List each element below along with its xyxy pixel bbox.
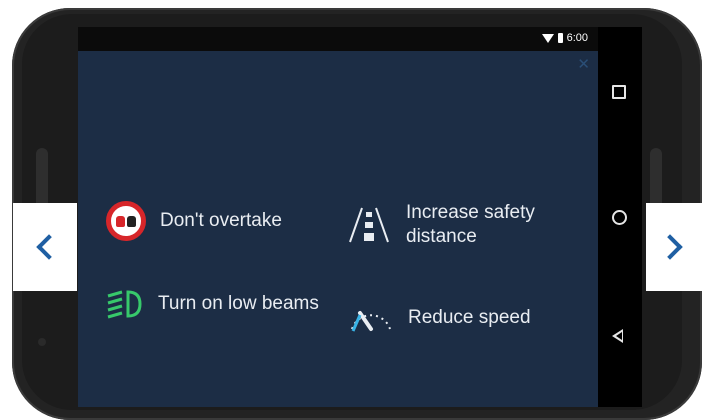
no-overtaking-icon: [106, 201, 146, 241]
recents-square-icon[interactable]: [612, 85, 626, 99]
back-triangle-icon[interactable]: [612, 329, 623, 343]
tip-low-beams: Turn on low beams: [104, 286, 319, 322]
driving-tips-screen: ✕ Don't overtake Increase safety distanc…: [78, 51, 598, 407]
chevron-left-icon: [36, 234, 62, 260]
battery-icon: [557, 33, 563, 43]
tip-dont-overtake: Don't overtake: [106, 201, 282, 241]
chevron-right-icon: [657, 234, 683, 260]
status-bar: 6:00: [78, 27, 598, 51]
status-icons: 6:00: [541, 32, 588, 44]
reduce-speed-icon: [351, 311, 391, 332]
home-circle-icon[interactable]: [612, 210, 627, 225]
tip-reduce-speed: Reduce speed: [348, 299, 531, 337]
android-nav-bar: [598, 27, 642, 407]
tip-label: Don't overtake: [160, 210, 282, 231]
close-icon[interactable]: ✕: [577, 55, 590, 73]
phone-sensor: [38, 338, 46, 346]
tip-label: Increase safety distance: [406, 202, 535, 247]
carousel-prev-button[interactable]: [13, 203, 77, 291]
tip-increase-distance: Increase safety distance: [346, 201, 535, 249]
phone-screen: 6:00 ✕ Don't overtake Increase safety di…: [78, 27, 612, 407]
carousel-next-button[interactable]: [646, 203, 702, 291]
safety-distance-icon: [349, 207, 389, 243]
tip-label: Turn on low beams: [158, 293, 319, 314]
low-beam-icon: [107, 290, 142, 319]
status-time: 6:00: [566, 32, 588, 44]
wifi-icon: [541, 33, 554, 43]
tip-label: Reduce speed: [408, 307, 531, 328]
